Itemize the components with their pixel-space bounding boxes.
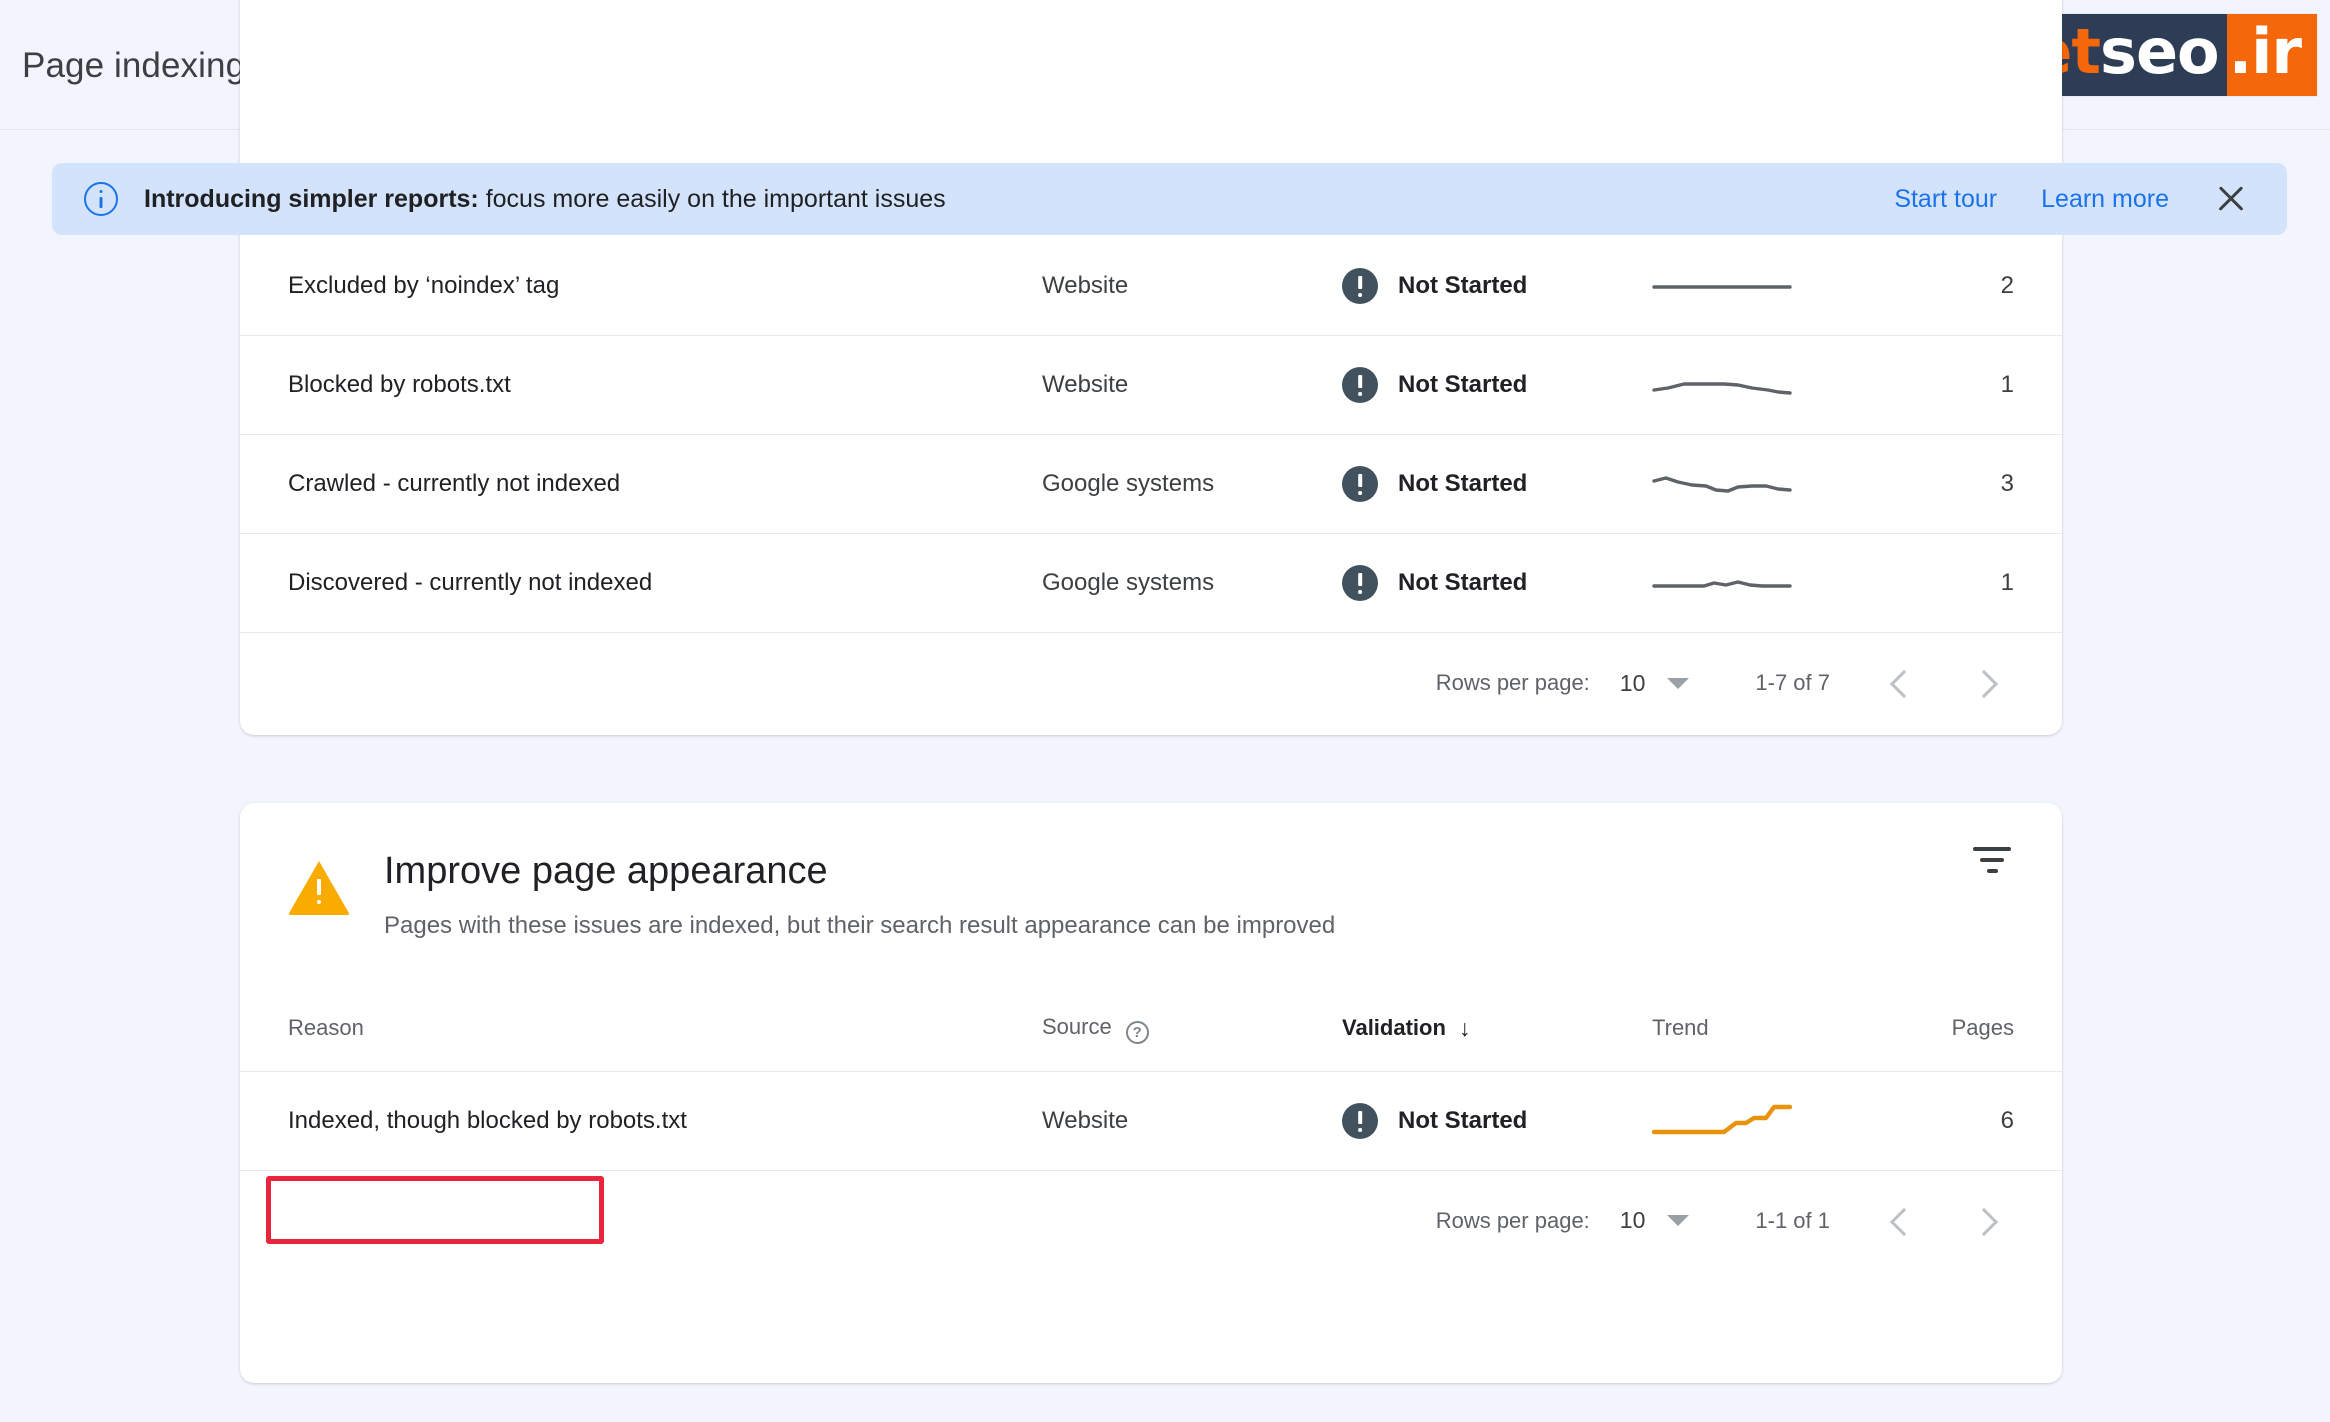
- row-validation-label: Not Started: [1398, 371, 1527, 399]
- row-pages: 1: [1924, 569, 2062, 597]
- row-validation: Not Started: [1342, 565, 1652, 601]
- trend-sparkline: [1652, 560, 1792, 606]
- learn-more-link[interactable]: Learn more: [2041, 185, 2169, 214]
- chevron-left-icon[interactable]: [1886, 1206, 1916, 1236]
- rows-per-page-value[interactable]: 10: [1620, 1207, 1646, 1234]
- table-row[interactable]: Discovered - currently not indexed Googl…: [240, 534, 2062, 633]
- row-source: Website: [1042, 1107, 1342, 1135]
- row-reason: Discovered - currently not indexed: [288, 569, 1042, 597]
- info-banner: Introducing simpler reports: focus more …: [52, 163, 2287, 235]
- row-trend: [1652, 362, 1924, 408]
- row-trend: [1652, 461, 1924, 507]
- pagination-range: 1-7 of 7: [1755, 670, 1830, 696]
- error-status-icon: [1342, 466, 1378, 502]
- chevron-left-icon[interactable]: [1886, 668, 1916, 698]
- row-source: Website: [1042, 371, 1342, 399]
- error-status-icon: [1342, 367, 1378, 403]
- table-row[interactable]: Excluded by ‘noindex’ tag Website Not St…: [240, 237, 2062, 336]
- card-title: Improve page appearance: [384, 851, 1335, 893]
- card-subtitle: Pages with these issues are indexed, but…: [384, 909, 1335, 944]
- error-status-icon: [1342, 565, 1378, 601]
- pagination-bar: Rows per page: 10 1-1 of 1: [240, 1171, 2062, 1271]
- row-pages: 2: [1924, 272, 2062, 300]
- row-validation-label: Not Started: [1398, 1107, 1527, 1135]
- card-header-text: Improve page appearance Pages with these…: [384, 851, 1335, 944]
- banner-message-bold: Introducing simpler reports:: [144, 185, 479, 213]
- row-reason: Excluded by ‘noindex’ tag: [288, 272, 1042, 300]
- page-title: Page indexing: [22, 46, 245, 86]
- trend-sparkline: [1652, 362, 1792, 408]
- pagination-bar: Rows per page: 10 1-7 of 7: [240, 633, 2062, 733]
- close-icon[interactable]: [2213, 181, 2249, 217]
- logo-ir-text: ir: [2251, 15, 2301, 88]
- card-header: Improve page appearance Pages with these…: [240, 803, 2062, 944]
- row-validation-label: Not Started: [1398, 470, 1527, 498]
- rows-per-page-value[interactable]: 10: [1620, 670, 1646, 697]
- start-tour-link[interactable]: Start tour: [1894, 185, 1997, 214]
- row-pages: 1: [1924, 371, 2062, 399]
- error-status-icon: [1342, 268, 1378, 304]
- logo-dot-text: .: [2229, 15, 2252, 88]
- error-status-icon: [1342, 1103, 1378, 1139]
- rows-per-page-label: Rows per page:: [1436, 1208, 1590, 1234]
- indexing-issues-card: Excluded by ‘noindex’ tag Website Not St…: [240, 0, 2062, 735]
- chevron-right-icon[interactable]: [1972, 1206, 2002, 1236]
- warning-triangle-icon: [288, 861, 350, 915]
- table-row[interactable]: Crawled - currently not indexed Google s…: [240, 435, 2062, 534]
- row-source: Google systems: [1042, 569, 1342, 597]
- row-reason: Indexed, though blocked by robots.txt: [288, 1107, 1042, 1135]
- row-reason: Crawled - currently not indexed: [288, 470, 1042, 498]
- row-source: Google systems: [1042, 470, 1342, 498]
- row-source: Website: [1042, 272, 1342, 300]
- row-validation: Not Started: [1342, 367, 1652, 403]
- row-trend: [1652, 263, 1924, 309]
- filter-icon[interactable]: [1968, 847, 2016, 887]
- logo-seo-text: seo: [2100, 15, 2219, 88]
- banner-message: Introducing simpler reports: focus more …: [144, 185, 946, 214]
- trend-sparkline: [1652, 1098, 1792, 1144]
- trend-sparkline: [1652, 263, 1792, 309]
- row-trend: [1652, 1098, 1924, 1144]
- column-header-pages: Pages: [1924, 1014, 2062, 1042]
- row-pages: 3: [1924, 470, 2062, 498]
- row-validation: Not Started: [1342, 1103, 1652, 1139]
- sort-descending-icon: ↓: [1459, 1015, 1471, 1042]
- improve-page-appearance-card: Improve page appearance Pages with these…: [240, 803, 2062, 1383]
- table-row[interactable]: Indexed, though blocked by robots.txt We…: [240, 1072, 2062, 1171]
- info-icon: [84, 182, 118, 216]
- logo-right-block: .ir: [2227, 14, 2317, 96]
- chevron-down-icon[interactable]: [1667, 678, 1689, 689]
- row-pages: 6: [1924, 1107, 2062, 1135]
- row-validation: Not Started: [1342, 268, 1652, 304]
- chevron-right-icon[interactable]: [1972, 668, 2002, 698]
- column-header-source: Source?: [1042, 1013, 1342, 1044]
- chevron-down-icon[interactable]: [1667, 1215, 1689, 1226]
- row-validation: Not Started: [1342, 466, 1652, 502]
- row-validation-label: Not Started: [1398, 272, 1527, 300]
- banner-message-rest: focus more easily on the important issue…: [479, 185, 946, 213]
- column-header-trend: Trend: [1652, 1015, 1924, 1041]
- column-header-reason: Reason: [288, 1014, 1042, 1042]
- row-reason: Blocked by robots.txt: [288, 371, 1042, 399]
- row-validation-label: Not Started: [1398, 569, 1527, 597]
- pagination-range: 1-1 of 1: [1755, 1208, 1830, 1234]
- column-header-validation[interactable]: Validation↓: [1342, 1015, 1652, 1042]
- table-header-row: Reason Source? Validation↓ Trend Pages: [240, 986, 2062, 1072]
- trend-sparkline: [1652, 461, 1792, 507]
- row-trend: [1652, 560, 1924, 606]
- help-icon[interactable]: ?: [1126, 1021, 1149, 1044]
- table-row[interactable]: Blocked by robots.txt Website Not Starte…: [240, 336, 2062, 435]
- logo-tld: .ir: [2229, 21, 2301, 83]
- rows-per-page-label: Rows per page:: [1436, 670, 1590, 696]
